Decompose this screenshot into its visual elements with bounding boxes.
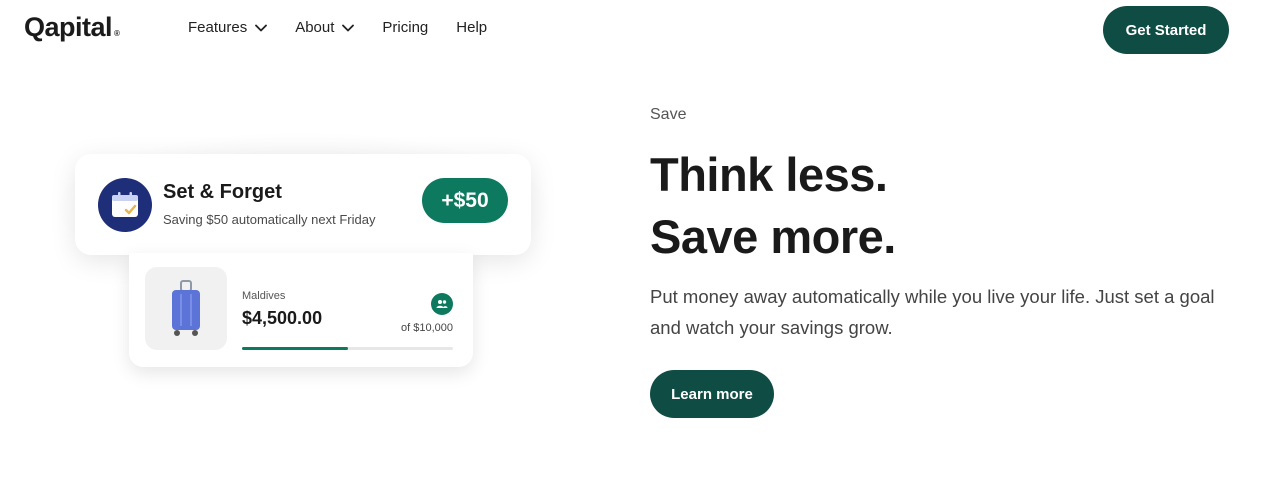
- nav-item-pricing[interactable]: Pricing: [382, 19, 428, 36]
- goal-card: Maldives $4,500.00 of $10,000: [129, 253, 473, 367]
- nav-item-features[interactable]: Features: [188, 19, 268, 36]
- rule-subtitle: Saving $50 automatically next Friday: [163, 212, 376, 227]
- goal-progress-fill: [242, 347, 348, 350]
- nav-item-label: Features: [188, 19, 248, 36]
- headline-line-1: Think less.: [650, 148, 888, 201]
- rule-amount-badge: +$50: [422, 178, 508, 223]
- chevron-down-icon: [342, 24, 355, 31]
- learn-more-button[interactable]: Learn more: [650, 370, 774, 418]
- site-header: Qapital ® Features About Pricing Help Ge…: [0, 0, 1280, 60]
- hero-description: Put money away automatically while you l…: [650, 286, 1215, 338]
- logo[interactable]: Qapital ®: [24, 12, 120, 43]
- rule-title: Set & Forget: [163, 181, 282, 203]
- logo-registered-mark: ®: [114, 29, 120, 38]
- people-icon: [431, 293, 453, 315]
- main-nav: Features About Pricing Help: [188, 19, 515, 36]
- nav-item-label: About: [295, 19, 335, 36]
- nav-item-about[interactable]: About: [295, 19, 355, 36]
- nav-item-label: Pricing: [382, 19, 429, 36]
- hero-headline: Think less. Save more.: [650, 144, 896, 268]
- chevron-down-icon: [255, 24, 268, 31]
- goal-progress-bar: [242, 347, 453, 350]
- suitcase-icon: [145, 267, 227, 350]
- goal-target: of $10,000: [401, 322, 453, 334]
- section-eyebrow: Save: [650, 106, 687, 123]
- logo-text: Qapital: [24, 12, 113, 42]
- goal-name: Maldives: [242, 290, 286, 302]
- goal-amount: $4,500.00: [242, 308, 323, 328]
- calendar-icon: [98, 178, 152, 232]
- get-started-button[interactable]: Get Started: [1103, 6, 1229, 54]
- headline-line-2: Save more.: [650, 210, 896, 263]
- savings-rule-card: Set & Forget Saving $50 automatically ne…: [75, 154, 531, 255]
- nav-item-help[interactable]: Help: [456, 19, 487, 36]
- nav-item-label: Help: [456, 19, 488, 36]
